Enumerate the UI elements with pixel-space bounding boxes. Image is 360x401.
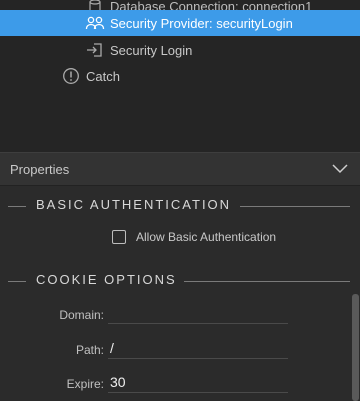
tree-item-label: Security Provider: securityLogin <box>110 15 293 31</box>
scrollbar-thumb[interactable] <box>352 294 359 401</box>
scrollbar[interactable] <box>350 186 360 401</box>
exclamation-circle-icon <box>60 67 82 85</box>
properties-panel-header[interactable]: Properties <box>0 152 360 186</box>
expire-input[interactable] <box>108 371 288 393</box>
expire-label: Expire: <box>66 377 104 391</box>
tree-item-security-provider[interactable]: Security Provider: securityLogin <box>0 10 360 36</box>
section-basic-authentication: BASIC AUTHENTICATION <box>0 196 350 216</box>
properties-panel: BASIC AUTHENTICATION Allow Basic Authent… <box>0 186 360 401</box>
login-icon <box>84 41 106 59</box>
users-icon <box>84 14 106 32</box>
section-title: BASIC AUTHENTICATION <box>36 197 232 212</box>
divider <box>184 281 350 282</box>
allow-basic-auth-checkbox[interactable] <box>112 230 126 244</box>
path-label: Path: <box>75 343 104 357</box>
tree-item-label: Security Login <box>110 42 193 58</box>
tree-item-label: Catch <box>86 68 120 84</box>
checkbox-label: Allow Basic Authentication <box>136 230 277 244</box>
chevron-down-icon[interactable] <box>332 162 348 177</box>
divider <box>240 206 350 207</box>
tree-item-catch[interactable]: Catch <box>0 63 360 89</box>
action-tree: Database Connection: connection1 Securit… <box>0 0 360 152</box>
path-input[interactable] <box>108 337 288 359</box>
allow-basic-auth-option[interactable]: Allow Basic Authentication <box>112 230 276 244</box>
section-cookie-options: COOKIE OPTIONS <box>0 271 350 291</box>
domain-label: Domain: <box>59 308 104 322</box>
section-title: COOKIE OPTIONS <box>36 272 177 287</box>
divider <box>8 281 26 282</box>
divider <box>8 206 26 207</box>
domain-input[interactable] <box>108 302 288 324</box>
properties-title: Properties <box>10 161 70 177</box>
tree-item-security-login[interactable]: Security Login <box>0 37 360 63</box>
